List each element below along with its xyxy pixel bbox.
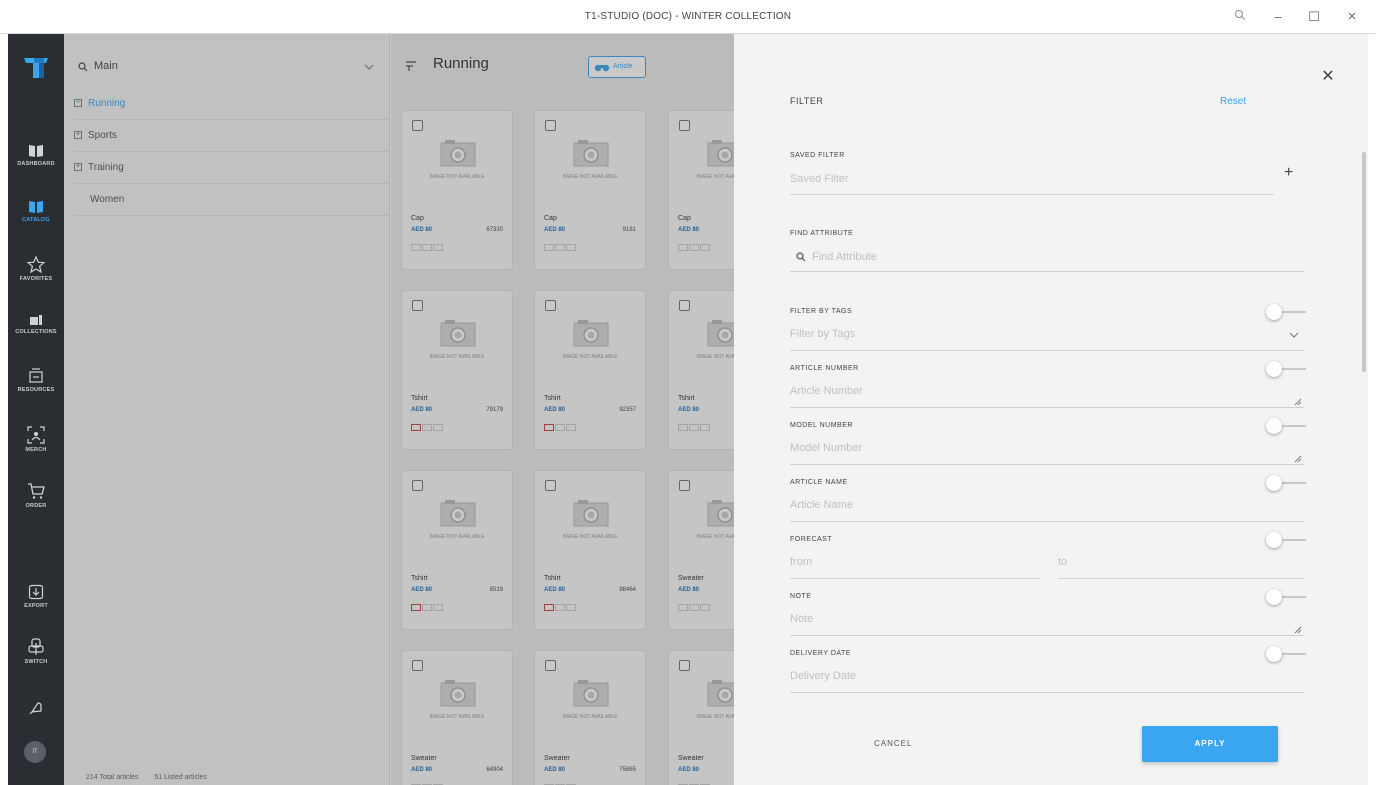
filter-toggle[interactable] — [1266, 646, 1306, 662]
filter-field-label: ARTICLE NUMBER — [790, 365, 859, 372]
resize-handle-icon[interactable] — [1294, 455, 1302, 463]
star-icon — [27, 256, 45, 273]
resize-handle-icon[interactable] — [1294, 626, 1302, 634]
filter-toggle[interactable] — [1266, 532, 1306, 548]
app-root: DASHBOARD CATALOG FAVORITES COLLECTIONS … — [8, 34, 1368, 785]
user-avatar[interactable]: IT — [24, 741, 46, 763]
resize-handle-icon[interactable] — [1294, 398, 1302, 406]
reset-button[interactable]: Reset — [1220, 96, 1246, 107]
search-icon — [796, 252, 806, 262]
filter-field-label: FILTER BY TAGS — [790, 308, 853, 315]
filter-toggle[interactable] — [1266, 304, 1306, 320]
filter-field-label: DELIVERY DATE — [790, 650, 851, 657]
nav-resources[interactable]: RESOURCES — [8, 366, 64, 393]
filter-field-input[interactable]: Delivery Date — [790, 670, 856, 682]
filter-field-input[interactable]: Article Number — [790, 385, 863, 397]
window-title: T1-STUDIO (DOC) - WINTER COLLECTION — [584, 11, 792, 22]
saved-filter-input[interactable]: Saved Filter — [790, 173, 849, 185]
resources-icon — [29, 368, 43, 383]
bell-icon — [29, 702, 42, 715]
filter-title: FILTER — [790, 96, 824, 106]
forecast-to-input[interactable]: to — [1058, 556, 1067, 568]
nav-favorites[interactable]: FAVORITES — [8, 256, 64, 282]
field-underline — [790, 407, 1304, 408]
cancel-button[interactable]: CANCEL — [874, 739, 912, 748]
app-logo-icon — [24, 58, 48, 78]
modal-backdrop[interactable] — [64, 34, 741, 785]
filter-field-input[interactable]: Note — [790, 613, 813, 625]
filter-field-label: NOTE — [790, 593, 812, 600]
filter-toggle[interactable] — [1266, 589, 1306, 605]
nav-export[interactable]: EXPORT — [8, 584, 64, 609]
field-underline — [790, 350, 1304, 351]
field-underline — [790, 271, 1304, 272]
field-underline — [790, 194, 1274, 195]
window-titlebar: T1-STUDIO (DOC) - WINTER COLLECTION – ☐ … — [0, 0, 1376, 34]
nav-order[interactable]: ORDER — [8, 482, 64, 509]
window-close-button[interactable]: ✕ — [1340, 0, 1364, 34]
add-saved-filter-button[interactable]: + — [1284, 164, 1293, 182]
collections-icon — [30, 315, 42, 325]
filter-field-input[interactable]: Filter by Tags — [790, 328, 855, 340]
switch-icon — [28, 638, 44, 655]
export-icon — [28, 584, 44, 600]
navigation-rail: DASHBOARD CATALOG FAVORITES COLLECTIONS … — [8, 34, 64, 785]
filter-field-label: FORECAST — [790, 536, 833, 543]
filter-toggle[interactable] — [1266, 418, 1306, 434]
nav-merch[interactable]: MERCH — [8, 426, 64, 453]
field-underline — [1058, 578, 1304, 579]
catalog-icon — [29, 201, 43, 213]
find-attribute-label: FIND ATTRIBUTE — [790, 230, 854, 237]
filter-field-input[interactable]: Model Number — [790, 442, 862, 454]
filter-field-label: MODEL NUMBER — [790, 422, 853, 429]
filter-field-label: ARTICLE NAME — [790, 479, 848, 486]
panel-scrollbar[interactable] — [1362, 152, 1366, 372]
field-underline — [790, 464, 1304, 465]
cart-icon — [28, 483, 45, 499]
find-attribute-input[interactable]: Find Attribute — [812, 251, 877, 263]
filter-toggle[interactable] — [1266, 475, 1306, 491]
close-filter-button[interactable]: ✕ — [1318, 66, 1338, 86]
minimize-button[interactable]: – — [1266, 0, 1290, 34]
zoom-icon[interactable] — [1228, 0, 1252, 34]
nav-catalog[interactable]: CATALOG — [8, 200, 64, 223]
nav-switch[interactable]: SWITCH — [8, 638, 64, 665]
filter-toggle[interactable] — [1266, 361, 1306, 377]
field-underline — [790, 521, 1304, 522]
maximize-button[interactable]: ☐ — [1302, 0, 1326, 34]
field-underline — [790, 635, 1304, 636]
saved-filter-label: SAVED FILTER — [790, 152, 845, 159]
dashboard-icon — [29, 145, 43, 157]
merch-icon — [27, 426, 45, 444]
nav-notifications[interactable] — [8, 700, 64, 716]
field-underline — [790, 578, 1040, 579]
filter-field-input[interactable]: Article Name — [790, 499, 853, 511]
chevron-down-icon[interactable] — [1289, 332, 1299, 338]
field-underline — [790, 692, 1304, 693]
apply-button[interactable]: APPLY — [1142, 726, 1278, 762]
nav-dashboard[interactable]: DASHBOARD — [8, 144, 64, 167]
nav-collections[interactable]: COLLECTIONS — [8, 314, 64, 335]
forecast-from-input[interactable]: from — [790, 556, 812, 568]
filter-panel: ✕ FILTER Reset SAVED FILTER Saved Filter… — [734, 34, 1368, 785]
